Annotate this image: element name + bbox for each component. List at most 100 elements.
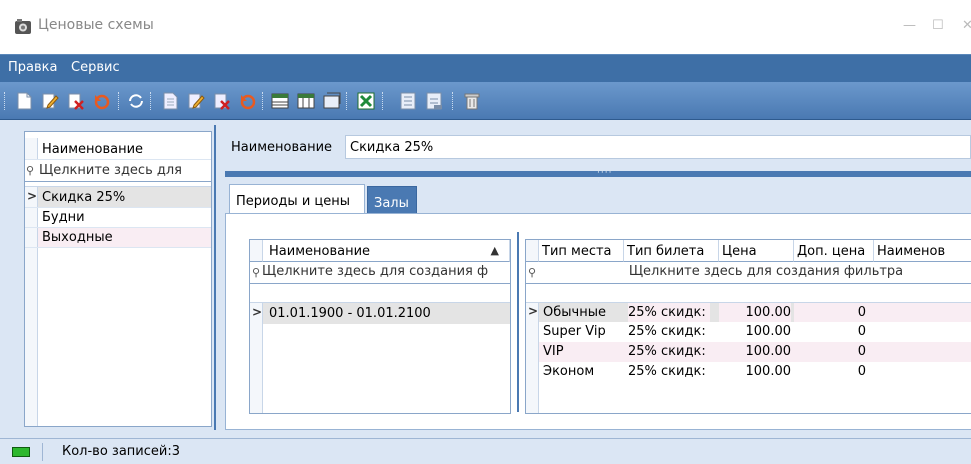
sort-ascending-icon: ▲ [490, 244, 499, 257]
table-row[interactable]: > 01.01.1900 - 01.01.2100 [250, 302, 510, 324]
name-label: Наименование [231, 140, 333, 155]
table-cell: 0 [794, 303, 874, 323]
table-row[interactable]: Super Vip 25% скидк: 100.00 0 [526, 322, 971, 342]
new-doc-icon[interactable] [160, 91, 180, 111]
table-cell [874, 303, 971, 323]
maximize-button[interactable]: ☐ [932, 18, 944, 33]
list-item[interactable]: Будни [25, 208, 211, 228]
column-header-label: Наименование [269, 244, 371, 259]
row-indicator [25, 228, 38, 247]
status-bar: Кол-во записей:3 [0, 438, 971, 464]
menu-edit[interactable]: Правка [8, 60, 57, 75]
table-cell: 25% скидк: [628, 364, 706, 379]
pricing-schemes-grid: Наименование ⚲ Щелкните здесь для > Скид… [24, 131, 212, 427]
table-cell: 25% скидк: [628, 344, 706, 359]
window-title: Ценовые схемы [38, 17, 154, 33]
column-header-name[interactable]: Наименование [42, 142, 143, 157]
column-header-name[interactable]: Наименов [874, 240, 971, 262]
toolbar-separator [346, 92, 350, 110]
row-indicator [25, 138, 38, 159]
layout-remove-icon[interactable] [424, 91, 444, 111]
prices-grid: Тип места Тип билета Цена Доп. цена Наим… [525, 239, 971, 414]
list-item-label: Будни [42, 210, 85, 225]
undo-icon[interactable] [92, 91, 112, 111]
toolbar-separator [118, 92, 122, 110]
app-icon [15, 19, 31, 34]
edit-doc-icon[interactable] [186, 91, 206, 111]
row-indicator: > [526, 303, 539, 322]
filter-row[interactable]: ⚲ Щелкните здесь для [25, 160, 211, 182]
table-cell: 0 [857, 364, 866, 379]
delete-icon[interactable] [66, 91, 86, 111]
delete-doc-icon[interactable] [212, 91, 232, 111]
status-led-icon [12, 447, 30, 457]
tab-label: Периоды и цены [236, 194, 351, 209]
open-icon[interactable] [322, 91, 342, 111]
column-header-price[interactable]: Цена [719, 240, 794, 262]
status-separator [42, 443, 43, 461]
toolbar-grip [4, 92, 8, 110]
filter-icon: ⚲ [26, 164, 35, 177]
toolbar [0, 82, 971, 120]
minimize-button[interactable]: — [903, 18, 916, 33]
list-item-label: Скидка 25% [42, 190, 126, 205]
table-cell [874, 362, 971, 382]
undo-doc-icon[interactable] [238, 91, 258, 111]
current-row-icon: > [252, 305, 263, 319]
column-header-seat-type[interactable]: Тип места [539, 240, 624, 262]
row-indicator: > [25, 187, 38, 207]
grid-icon[interactable] [270, 91, 290, 111]
menu-bar: Правка Сервис [0, 54, 971, 82]
filter-placeholder: Щелкните здесь для создания ф [262, 264, 489, 279]
periods-grid: Наименование ▲ ⚲ Щелкните здесь для созд… [249, 239, 511, 414]
table-row[interactable]: > Обычные 25% скидк: 100.00 0 [526, 302, 971, 323]
filter-row[interactable]: ⚲ Щелкните здесь для создания фильтра [526, 262, 971, 284]
horizontal-splitter[interactable]: ···· [225, 168, 971, 178]
table-cell [874, 322, 971, 342]
close-button[interactable]: ✕ [962, 18, 971, 33]
row-indicator [526, 322, 539, 342]
table-cell: 25% скидк: [628, 324, 706, 339]
table-cell: Super Vip [543, 324, 606, 339]
list-item[interactable]: > Скидка 25% [25, 186, 211, 208]
row-indicator [526, 240, 539, 262]
table-cell: Эконом [543, 364, 595, 379]
column-header-extra-price[interactable]: Доп. цена [794, 240, 874, 262]
table-cell: 0 [857, 344, 866, 359]
row-indicator [526, 342, 539, 362]
row-indicator-column [25, 248, 38, 426]
toolbar-separator [150, 92, 154, 110]
table-row[interactable]: Эконом 25% скидк: 100.00 0 [526, 362, 971, 382]
toolbar-separator [382, 92, 386, 110]
menu-service[interactable]: Сервис [71, 60, 120, 75]
list-item-label: Выходные [42, 230, 113, 245]
table-row[interactable]: VIP 25% скидк: 100.00 0 [526, 342, 971, 362]
excel-icon[interactable] [356, 91, 376, 111]
table-cell [874, 342, 971, 362]
vertical-splitter[interactable] [212, 125, 218, 430]
column-header-ticket-type[interactable]: Тип билета [624, 240, 719, 262]
list-item[interactable]: Выходные [25, 228, 211, 248]
layout-icon[interactable] [398, 91, 418, 111]
toolbar-separator [262, 92, 266, 110]
vertical-splitter[interactable] [514, 232, 522, 412]
columns-icon[interactable] [296, 91, 316, 111]
name-field[interactable]: Скидка 25% [345, 135, 971, 159]
tab-halls[interactable]: Залы [367, 186, 417, 214]
edit-icon[interactable] [40, 91, 60, 111]
new-icon[interactable] [14, 91, 34, 111]
current-row-icon: > [528, 304, 539, 318]
row-indicator [250, 240, 263, 262]
filter-row[interactable]: ⚲ Щелкните здесь для создания ф [250, 262, 510, 284]
table-cell: VIP [543, 344, 564, 359]
table-cell: Обычные [543, 305, 606, 320]
row-indicator [25, 208, 38, 227]
title-bar: Ценовые схемы — ☐ ✕ [0, 0, 971, 54]
tab-label: Залы [374, 196, 409, 211]
record-count: Кол-во записей:3 [62, 444, 181, 459]
trash-icon[interactable] [462, 91, 482, 111]
tab-periods-and-prices[interactable]: Периоды и цены [229, 184, 365, 214]
row-indicator: > [250, 303, 263, 324]
column-header-name[interactable]: Наименование ▲ [263, 240, 510, 262]
refresh-icon[interactable] [126, 91, 146, 111]
